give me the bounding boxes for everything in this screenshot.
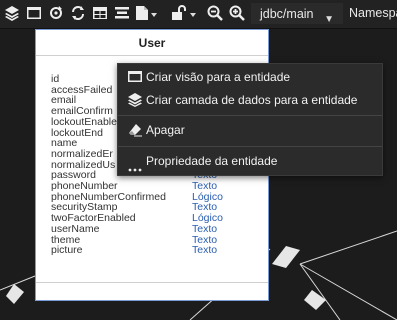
namespace-label[interactable]: Namespa [349,6,397,20]
relation-diamond[interactable] [272,246,300,268]
chevron-down-icon: ▼ [324,14,334,25]
database-select[interactable]: jdbc/main ▼ [251,3,343,25]
field-type: Texto [192,244,218,257]
zoom-out-icon[interactable] [207,5,223,21]
menu-separator [118,146,382,147]
toolbar: jdbc/main ▼ Namespa [0,0,397,29]
menu-item-create-data-layer[interactable]: Criar camada de dados para a entidade [118,89,382,111]
card-divider [36,55,268,56]
menu-item-label: Propriedade da entidade [146,154,278,168]
menu-item-entity-properties[interactable]: Propriedade da entidade [118,150,382,172]
menu-item-create-view[interactable]: Criar visão para a entidade [118,66,382,88]
menu-separator [118,115,382,116]
new-file-icon[interactable] [134,5,150,21]
card-divider [36,282,268,283]
menu-item-label: Criar camada de dados para a entidade [146,93,358,107]
ellipsis-icon [128,159,142,172]
layers-icon[interactable] [4,5,20,21]
field-name[interactable]: picture [51,245,83,256]
refresh-db-icon[interactable] [48,5,64,21]
entity-title: User [138,36,166,50]
unlock-dropdown-icon[interactable] [190,13,196,17]
sync-icon[interactable] [70,5,86,21]
context-menu: Criar visão para a entidade Criar camada… [117,63,383,176]
zoom-in-icon[interactable] [229,5,245,21]
menu-item-label: Criar visão para a entidade [146,70,291,84]
relation-diamond[interactable] [304,290,326,310]
menu-item-label: Apagar [146,123,185,137]
window-icon[interactable] [26,5,42,21]
layers-icon [128,93,142,107]
table-icon[interactable] [92,5,108,21]
new-file-dropdown-icon[interactable] [151,13,157,17]
align-icon[interactable] [114,5,130,21]
window-icon [128,70,142,84]
database-select-value: jdbc/main [260,7,314,21]
unlock-icon[interactable] [170,5,186,21]
eraser-icon [128,123,142,137]
menu-item-delete[interactable]: Apagar [118,119,382,141]
